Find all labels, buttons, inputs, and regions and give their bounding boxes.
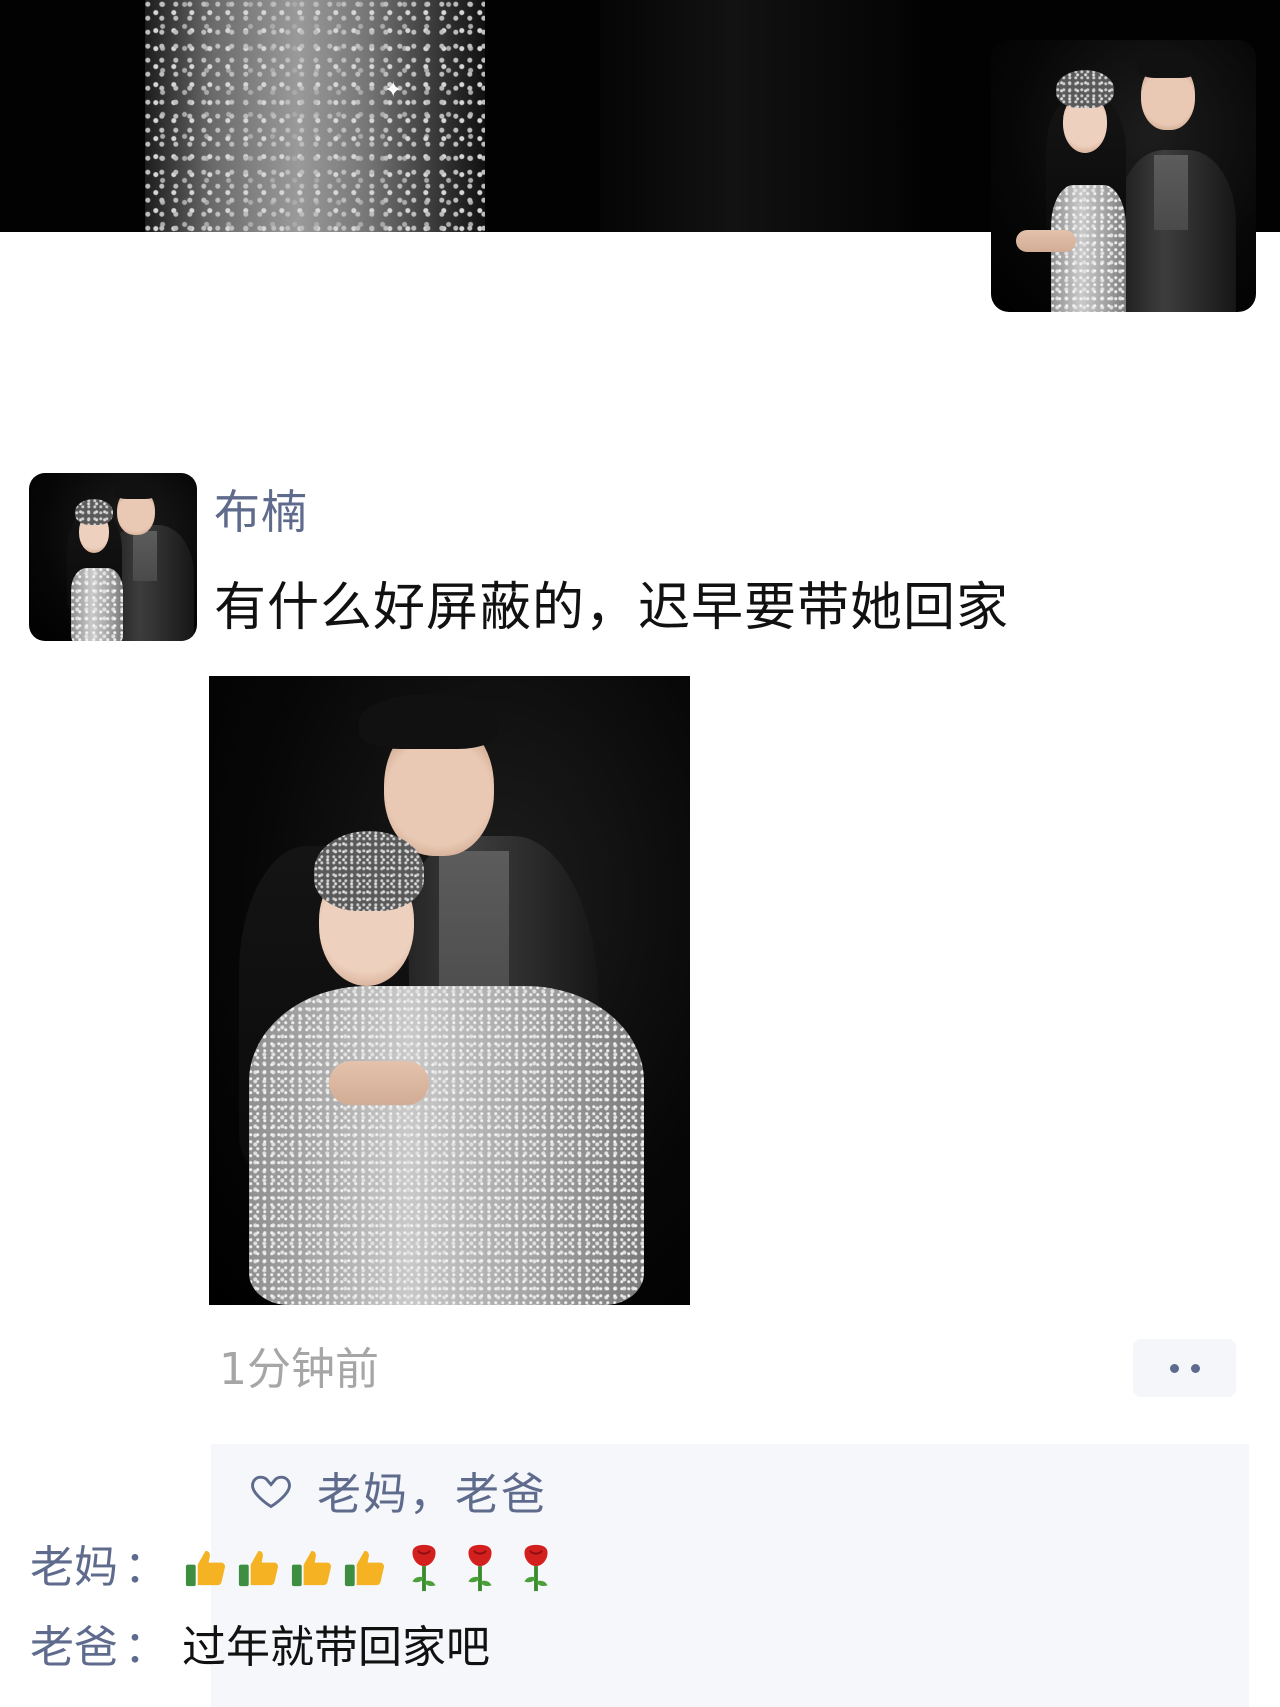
moments-page: ✦ 布楠 有什么好屏蔽的，迟早要带她回家 1分钟前 老妈，老爸 老妈 ： 老爸 … — [0, 0, 1280, 1707]
likes-row: 老妈，老爸 — [249, 1458, 547, 1522]
comment-item[interactable]: 老爸 ： 过年就带回家吧 — [30, 1618, 490, 1678]
commenter-name[interactable]: 老爸 — [30, 1618, 118, 1678]
cover-dress-detail — [145, 0, 485, 232]
post-timestamp: 1分钟前 — [219, 1344, 379, 1395]
heart-outline-icon — [251, 1475, 291, 1509]
post-author-name[interactable]: 布楠 — [214, 482, 308, 542]
comment-separator: ： — [124, 1542, 168, 1593]
post-image-woman — [249, 986, 644, 1305]
thumbs-up-icon — [291, 1550, 332, 1586]
more-actions-button[interactable] — [1133, 1339, 1236, 1397]
rose-icon — [524, 1544, 548, 1592]
comment-emojis — [182, 1543, 556, 1593]
post-image[interactable] — [209, 676, 690, 1305]
post-text: 有什么好屏蔽的，迟早要带她回家 — [214, 578, 1010, 638]
cover-suit-detail — [600, 0, 930, 232]
sparkle-icon: ✦ — [384, 78, 403, 103]
comment-text: 过年就带回家吧 — [182, 1622, 490, 1673]
thumbs-up-icon — [238, 1550, 279, 1586]
ellipsis-icon — [1169, 1363, 1179, 1373]
likes-names[interactable]: 老妈，老爸 — [317, 1458, 547, 1522]
profile-avatar[interactable] — [991, 40, 1256, 312]
rose-icon — [468, 1544, 492, 1592]
comment-separator: ： — [124, 1622, 168, 1673]
comment-item[interactable]: 老妈 ： — [30, 1538, 556, 1598]
post-author-avatar[interactable] — [29, 473, 197, 641]
thumbs-up-icon — [344, 1550, 385, 1586]
commenter-name[interactable]: 老妈 — [30, 1538, 118, 1598]
rose-icon — [412, 1544, 436, 1592]
thumbs-up-icon — [185, 1550, 226, 1586]
